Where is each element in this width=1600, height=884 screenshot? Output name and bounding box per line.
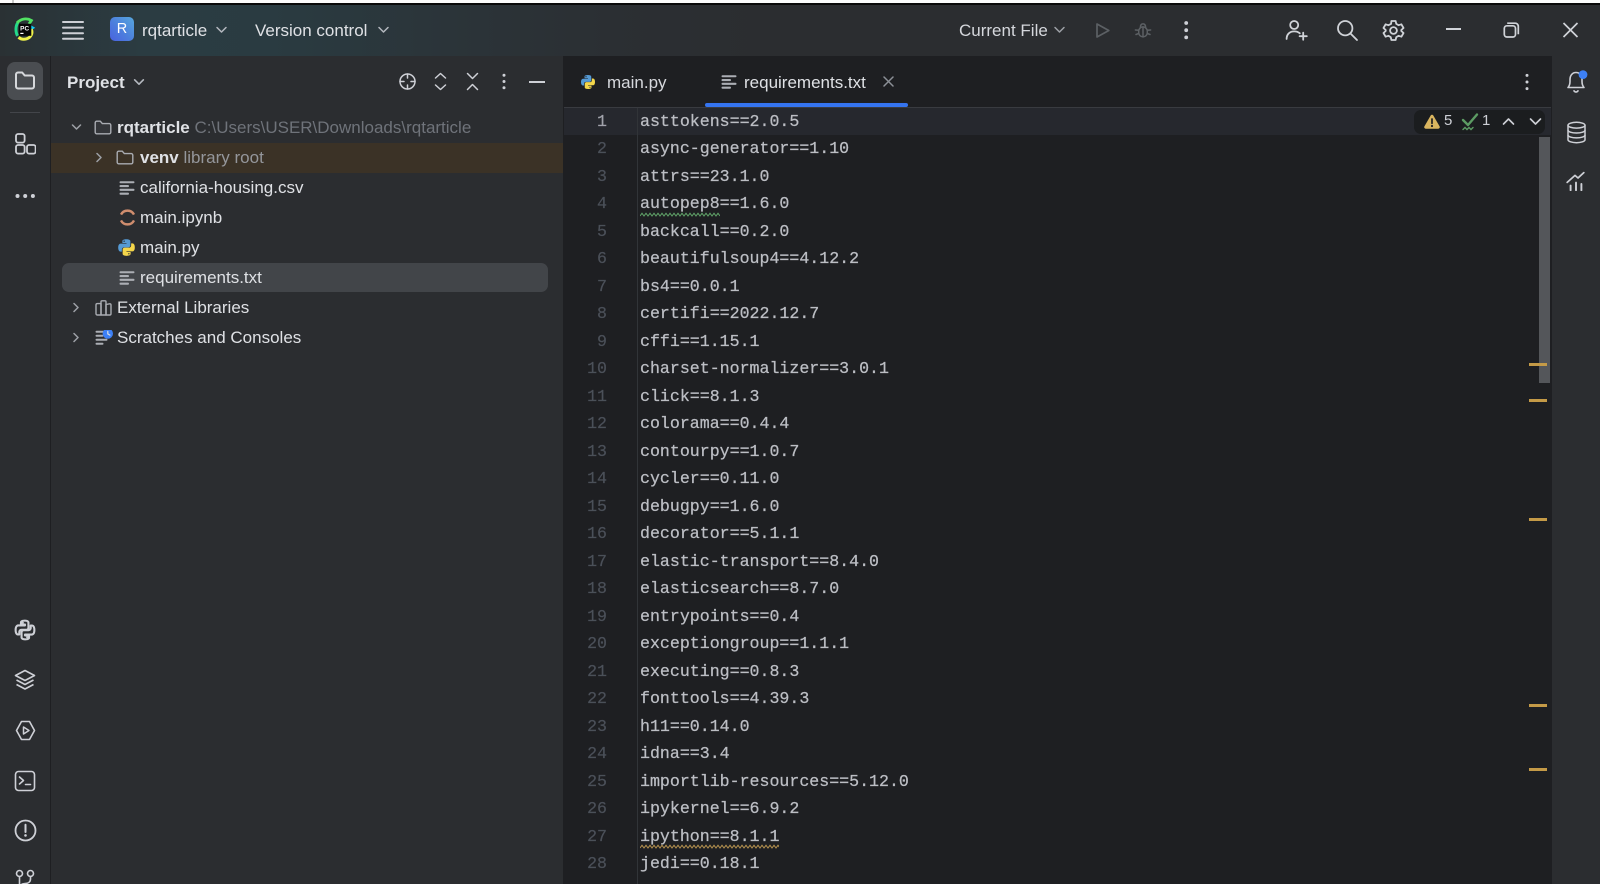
svg-text:PC: PC: [20, 26, 29, 33]
